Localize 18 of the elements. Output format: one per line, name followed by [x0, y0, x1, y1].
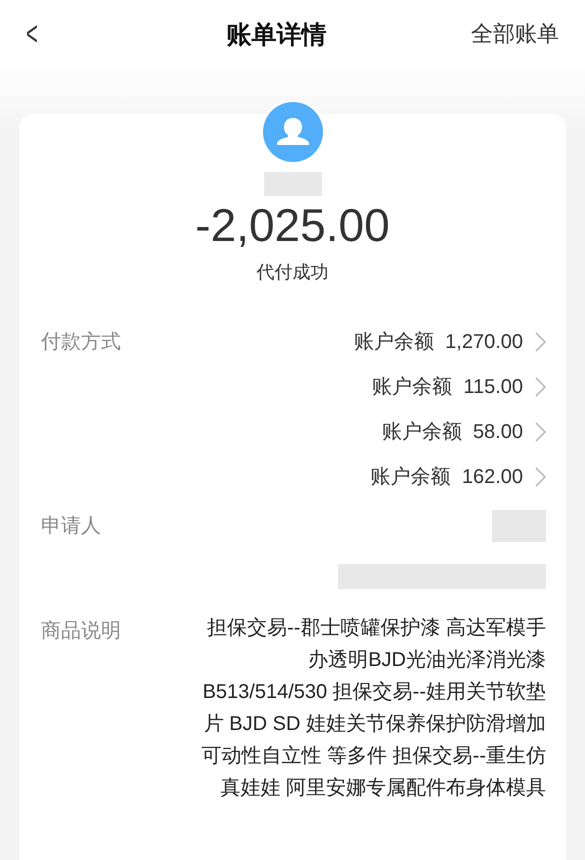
- field-label: 申请人: [41, 514, 101, 539]
- page-title: 账单详情: [226, 20, 326, 50]
- back-button[interactable]: <: [26, 17, 38, 51]
- amount-text: -2,025.00: [195, 198, 390, 252]
- field-label: 商品说明: [41, 619, 121, 644]
- item-description: 担保交易--郡士喷罐保护漆 高达军模手 办透明BJD光油光泽消光漆 B513/514/530 担保交易--娃用关节软垫 片 BJD SD 娃娃关节保养保护防滑增加 可动性自立性 等多件 担保交易--重生仿 真娃娃 阿里安娜专属配件布身体模具: [202, 616, 546, 801]
- chevron-icon: [535, 466, 546, 486]
- payment-method[interactable]: 账户余额 115.00: [372, 373, 523, 400]
- avatar-icon: [262, 102, 322, 162]
- status-text: 代付成功: [256, 261, 328, 284]
- payment-method[interactable]: 账户余额 58.00: [382, 418, 523, 445]
- all-bills-link[interactable]: 全部账单: [470, 19, 559, 49]
- field-label: 付款方式: [41, 330, 121, 355]
- chevron-icon: [535, 376, 546, 396]
- payment-method[interactable]: 账户余额 1,270.00: [354, 328, 523, 355]
- payment-method[interactable]: 账户余额 162.00: [370, 463, 523, 490]
- chevron-icon: [535, 422, 546, 442]
- chevron-icon: [535, 332, 546, 352]
